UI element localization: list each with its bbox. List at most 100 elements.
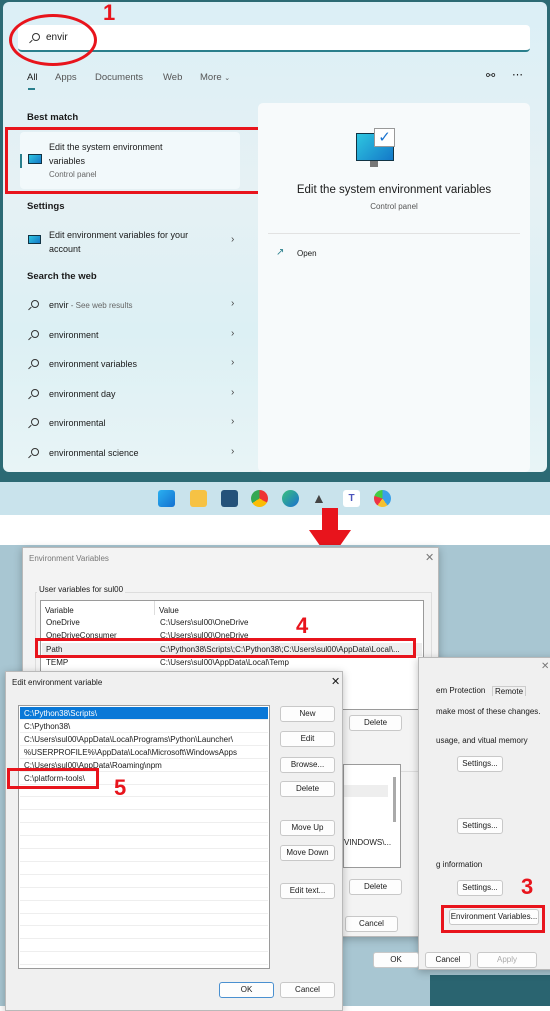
web-result-item[interactable]: environmental › xyxy=(20,414,242,432)
teams-icon[interactable]: T xyxy=(343,490,360,507)
account-switch-icon[interactable]: ⚯ xyxy=(486,69,495,82)
tab-apps[interactable]: Apps xyxy=(55,72,77,83)
admin-note: make most of these changes. xyxy=(436,707,541,716)
web-result-item[interactable]: environmental science › xyxy=(20,444,242,462)
web-result-label: environmental science xyxy=(49,448,139,458)
more-options-icon[interactable]: ⋯ xyxy=(512,68,523,81)
edit-environment-variable-dialog: Edit environment variable ✕ C:\Python38\… xyxy=(5,671,343,1011)
close-icon[interactable]: ✕ xyxy=(541,661,549,672)
move-up-button[interactable]: Move Up xyxy=(280,820,335,836)
path-entry[interactable]: C:\Python38\ xyxy=(20,720,268,733)
browse-button[interactable]: Browse... xyxy=(280,757,335,773)
edge-canary-icon[interactable] xyxy=(282,490,299,507)
variable-row[interactable]: OneDrive C:\Users\sul00\OneDrive xyxy=(42,616,422,629)
tab-all[interactable]: All xyxy=(27,72,38,83)
tab-remote[interactable]: Remote xyxy=(492,686,527,696)
preview-pane: ✓ Edit the system environment variables … xyxy=(258,103,530,472)
path-entry[interactable]: C:\Python38\Scripts\ xyxy=(20,707,268,720)
system-variables-table[interactable]: VINDOWS\... xyxy=(343,764,401,868)
new-button[interactable]: New xyxy=(280,706,335,722)
search-icon xyxy=(31,448,39,456)
settings-heading: Settings xyxy=(27,201,65,212)
file-explorer-icon[interactable] xyxy=(190,490,207,507)
sysprop-cancel-button[interactable]: Cancel xyxy=(425,952,471,968)
empty-row[interactable] xyxy=(20,888,268,901)
preview-title: Edit the system environment variables xyxy=(296,184,492,196)
startup-text: g information xyxy=(436,860,483,869)
env-cancel-button[interactable]: Cancel xyxy=(345,916,398,932)
settings-item-label-2: account xyxy=(49,244,81,254)
column-variable[interactable]: Variable xyxy=(45,606,74,615)
empty-row[interactable] xyxy=(20,836,268,849)
user-delete-button[interactable]: Delete xyxy=(349,715,402,731)
scrollbar[interactable] xyxy=(393,777,396,822)
delete-button[interactable]: Delete xyxy=(280,781,335,797)
empty-row[interactable] xyxy=(20,810,268,824)
system-delete-button[interactable]: Delete xyxy=(349,879,402,895)
arrow-down-annotation xyxy=(322,508,338,532)
ok-button[interactable]: OK xyxy=(219,982,274,998)
tab-system-protection[interactable]: em Protection xyxy=(436,686,485,695)
tab-documents[interactable]: Documents xyxy=(95,72,143,83)
search-icon xyxy=(31,329,39,338)
web-result-label: envir - See web results xyxy=(49,300,133,310)
settings-item-label: Edit environment variables for your xyxy=(49,230,189,240)
cancel-button[interactable]: Cancel xyxy=(280,982,335,998)
windows-start-icon[interactable] xyxy=(158,490,175,507)
empty-row[interactable] xyxy=(20,939,268,953)
path-entry[interactable]: C:\Users\sul00\AppData\Local\Programs\Py… xyxy=(20,733,268,746)
edit-button[interactable]: Edit xyxy=(280,731,335,747)
system-variable-value: VINDOWS\... xyxy=(344,838,392,847)
desktop-background xyxy=(430,975,550,1006)
chevron-right-icon: › xyxy=(231,298,235,309)
open-external-icon: ↗ xyxy=(276,247,285,258)
performance-settings-button[interactable]: Settings... xyxy=(457,756,503,772)
edit-text-button[interactable]: Edit text... xyxy=(280,883,335,899)
startup-settings-button[interactable]: Settings... xyxy=(457,880,503,896)
microsoft-store-icon[interactable] xyxy=(221,490,238,507)
search-icon xyxy=(31,418,39,427)
empty-row[interactable] xyxy=(20,901,268,914)
chevron-right-icon: › xyxy=(231,386,235,398)
best-match-heading: Best match xyxy=(27,112,79,123)
tab-more[interactable]: More ⌄ xyxy=(200,72,230,83)
performance-text: usage, and vitual memory xyxy=(436,736,528,745)
web-result-item[interactable]: environment › xyxy=(20,326,242,344)
empty-row[interactable] xyxy=(20,849,268,862)
checkmark-icon: ✓ xyxy=(374,128,395,147)
user-variables-label: User variables for sul00 xyxy=(37,585,126,594)
taskbar xyxy=(0,482,550,515)
tab-web[interactable]: Web xyxy=(163,72,182,83)
annotation-box-3 xyxy=(441,905,545,933)
profiles-settings-button[interactable]: Settings... xyxy=(457,818,503,834)
column-value[interactable]: Value xyxy=(159,606,179,615)
chevron-right-icon: › xyxy=(231,416,235,428)
web-result-label: environment variables xyxy=(49,359,138,370)
empty-row[interactable] xyxy=(20,797,268,811)
web-result-item[interactable]: environment day › xyxy=(20,385,242,403)
sysprop-ok-button[interactable]: OK xyxy=(373,952,419,968)
empty-row[interactable] xyxy=(20,913,268,927)
photos-icon[interactable]: ▲ xyxy=(312,490,329,507)
open-action[interactable]: ↗ Open xyxy=(276,247,356,261)
path-entries-list[interactable]: C:\Python38\Scripts\ C:\Python38\ C:\Users… xyxy=(18,705,270,969)
move-down-button[interactable]: Move Down xyxy=(280,845,335,861)
empty-row[interactable] xyxy=(20,875,268,888)
annotation-step-5: 5 xyxy=(114,775,127,800)
annotation-box-5 xyxy=(7,768,99,789)
web-result-item[interactable]: envir - See web results › xyxy=(20,296,242,314)
empty-row[interactable] xyxy=(20,823,268,837)
chevron-right-icon: › xyxy=(231,327,235,339)
empty-row[interactable] xyxy=(20,952,268,966)
close-icon[interactable]: ✕ xyxy=(425,551,434,564)
chrome-icon[interactable] xyxy=(251,490,268,507)
web-result-item[interactable]: environment variables › xyxy=(20,355,242,373)
open-label: Open xyxy=(297,249,317,258)
path-entry[interactable]: %USERPROFILE%\AppData\Local\Microsoft\Wi… xyxy=(20,746,268,759)
paint-icon[interactable] xyxy=(374,490,391,507)
close-icon[interactable]: ✕ xyxy=(331,675,340,688)
sysprop-apply-button[interactable]: Apply xyxy=(477,952,537,968)
empty-row[interactable] xyxy=(20,862,268,875)
empty-row[interactable] xyxy=(20,926,268,940)
settings-item[interactable]: Edit environment variables for your acco… xyxy=(20,225,242,257)
